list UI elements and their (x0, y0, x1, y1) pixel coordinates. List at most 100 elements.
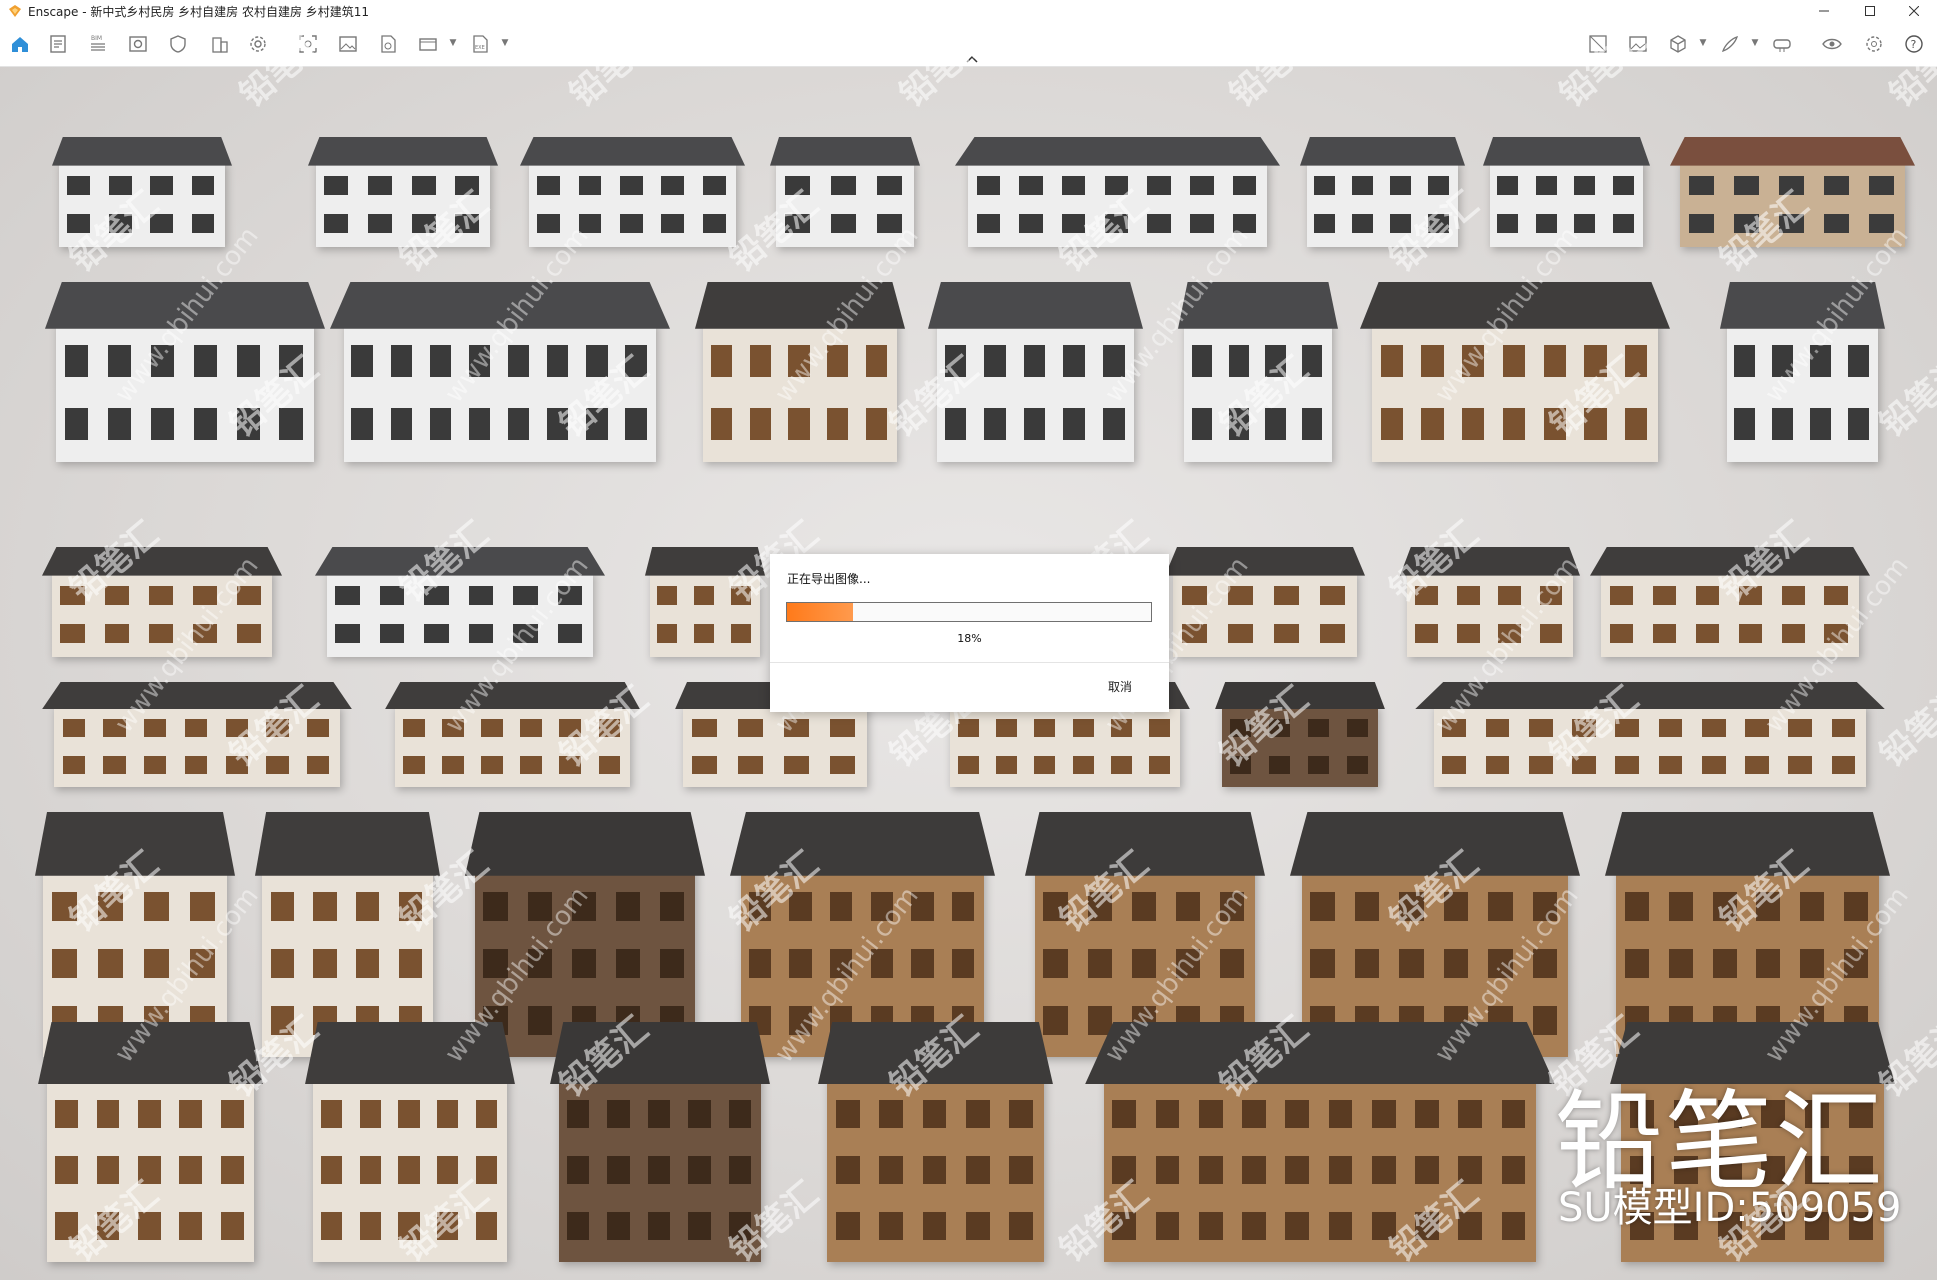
building-window (1442, 718, 1467, 738)
building-window (1063, 345, 1085, 377)
building-window (1734, 408, 1756, 440)
building-window (424, 585, 449, 605)
building-window (1539, 585, 1563, 605)
building-window (877, 175, 903, 195)
visual-settings-button[interactable] (124, 30, 152, 58)
batch-render-button[interactable] (374, 30, 402, 58)
building-window (879, 1100, 904, 1129)
building-model (305, 1022, 515, 1262)
building-window (1824, 585, 1849, 605)
building-window (1009, 1156, 1033, 1185)
building-window (1220, 892, 1245, 921)
building-window (537, 175, 561, 195)
cancel-button[interactable]: 取消 (1090, 677, 1150, 697)
settings-button[interactable] (244, 30, 272, 58)
building-window (1415, 1100, 1439, 1129)
image-gallery-button[interactable] (1624, 30, 1652, 58)
building-window (138, 1100, 161, 1129)
building-window (836, 1156, 860, 1185)
help-button[interactable]: ? (1900, 30, 1928, 58)
building-window (103, 755, 126, 774)
image-button[interactable] (334, 30, 362, 58)
building-window (237, 585, 262, 605)
building-window (324, 175, 349, 195)
building-window (865, 408, 887, 440)
brush-dropdown[interactable]: ▼ (1750, 36, 1760, 50)
gear-icon (1866, 36, 1882, 52)
building-roof (52, 137, 232, 166)
video-button[interactable] (414, 30, 442, 58)
building-window (1535, 175, 1557, 195)
document-button[interactable] (44, 30, 72, 58)
building-window (1112, 1212, 1137, 1241)
building-window (1380, 345, 1403, 377)
material-button[interactable] (1584, 30, 1612, 58)
close-button[interactable] (1891, 0, 1937, 22)
building-window (190, 892, 216, 921)
bim-button[interactable]: BIM (84, 30, 112, 58)
maximize-button[interactable] (1847, 0, 1893, 22)
cube-icon (1670, 35, 1686, 53)
building-window (1745, 755, 1769, 774)
building-button[interactable] (206, 30, 234, 58)
building-window (911, 949, 934, 978)
building-window (179, 1100, 203, 1129)
building-window (1198, 1100, 1223, 1129)
building-window (356, 892, 380, 921)
building-window (236, 345, 261, 377)
building-window (507, 408, 530, 440)
building-window (1320, 624, 1346, 644)
building-window (1712, 949, 1737, 978)
shield-button[interactable] (164, 30, 192, 58)
cube-dropdown[interactable]: ▼ (1698, 36, 1708, 50)
building-roof (38, 1022, 263, 1085)
building-window (1285, 1212, 1310, 1241)
building-window (1265, 345, 1286, 377)
building-roof (330, 282, 670, 329)
video-icon (419, 38, 437, 51)
building-window (527, 949, 552, 978)
building-window (313, 892, 337, 921)
building-roof (1483, 137, 1650, 166)
building-window (424, 624, 449, 644)
view-button[interactable] (1818, 30, 1846, 58)
building-window (693, 585, 715, 605)
building-window (193, 408, 218, 440)
view-icon (1822, 38, 1842, 50)
building-roof (385, 682, 640, 710)
building-window (1688, 214, 1714, 234)
export-button[interactable]: EXE (466, 30, 494, 58)
gear-button[interactable] (1860, 30, 1888, 58)
building-roof (1360, 282, 1670, 329)
building-window (711, 345, 733, 377)
export-dropdown[interactable]: ▼ (500, 36, 510, 50)
minimize-button[interactable] (1801, 0, 1847, 22)
building-window (1302, 408, 1323, 440)
building-window (1456, 624, 1480, 644)
vr-button[interactable] (1768, 30, 1796, 58)
building-window (1371, 1100, 1396, 1129)
home-button[interactable] (6, 30, 34, 58)
collapse-toolbar-toggle[interactable] (962, 52, 982, 66)
building-window (64, 408, 89, 440)
building-window (1198, 1212, 1223, 1241)
video-dropdown[interactable]: ▼ (448, 36, 458, 50)
brush-button[interactable] (1716, 30, 1744, 58)
building-window (455, 214, 480, 234)
building-window (738, 755, 764, 774)
screenshot-button[interactable] (294, 30, 322, 58)
building-model (695, 282, 905, 462)
building-model (1590, 547, 1870, 657)
building-window (411, 214, 436, 234)
building-model (1415, 682, 1885, 787)
building-window (429, 345, 452, 377)
cube-button[interactable] (1664, 30, 1692, 58)
building-window (279, 345, 304, 377)
building-window (1220, 949, 1245, 978)
building-window (1061, 214, 1086, 234)
building-roof (308, 137, 498, 166)
building-window (67, 214, 91, 234)
building-window (1612, 214, 1634, 234)
building-window (1778, 175, 1804, 195)
building-model (645, 547, 765, 657)
